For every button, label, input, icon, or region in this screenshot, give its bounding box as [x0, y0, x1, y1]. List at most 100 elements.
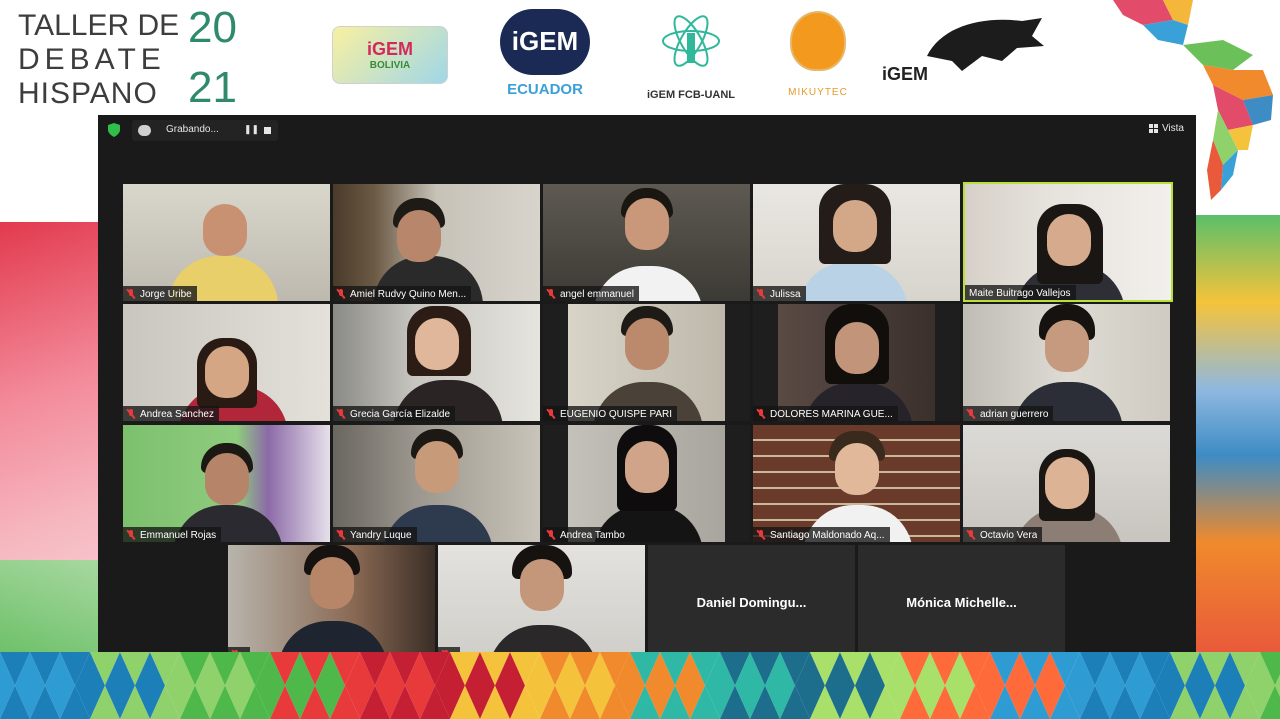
participant-face	[625, 318, 669, 370]
participant-face	[835, 443, 879, 495]
meeting-top-bar: Grabando... ❚❚ Vista	[98, 115, 1196, 145]
decorative-triangle-banner	[0, 652, 1280, 719]
participant-name-bar: EUGENIO QUISPE PARI	[543, 406, 678, 421]
participant-name: Amiel Rudvy Quino Men...	[350, 288, 467, 300]
title-line-3: HISPANO	[18, 77, 158, 110]
participant-name-bar: Jorge Uribe	[123, 286, 197, 301]
mic-muted-icon	[127, 289, 135, 299]
participant-tile-active-speaker[interactable]: Maite Buitrago Vallejos	[963, 182, 1173, 302]
participant-face	[205, 453, 249, 505]
pause-icon[interactable]: ❚❚	[244, 124, 259, 136]
participant-tile[interactable]: Julissa	[753, 184, 960, 301]
participant-face	[833, 200, 877, 252]
participant-face	[397, 210, 441, 262]
participant-face	[415, 318, 459, 370]
participant-tile[interactable]: Yandry Luque	[333, 425, 540, 542]
mic-muted-icon	[127, 409, 135, 419]
participant-name-bar: Octavio Vera	[963, 527, 1043, 542]
participant-name: Yandry Luque	[350, 529, 412, 541]
participant-name: angel emmanuel	[560, 288, 634, 300]
mic-muted-icon	[967, 530, 975, 540]
shield-icon[interactable]	[108, 123, 120, 137]
participant-tile[interactable]: DOLORES MARINA GUE...	[753, 304, 960, 421]
participant-face	[1045, 320, 1089, 372]
participant-name-bar: DOLORES MARINA GUE...	[753, 406, 898, 421]
participant-tile[interactable]: Santiago Maldonado Aq...	[753, 425, 960, 542]
itm-igem-logo-text: iGEM	[882, 64, 929, 84]
mikuytec-logo: MIKUYTEC	[778, 4, 858, 104]
mic-muted-icon	[337, 289, 345, 299]
mic-muted-icon	[757, 530, 765, 540]
itm-igem-logo: iGEM	[882, 16, 1047, 100]
grid-view-icon	[1148, 124, 1158, 133]
participant-tile[interactable]: angel emmanuel	[543, 184, 750, 301]
title-line-2: DEBATE	[18, 43, 166, 76]
participant-tile[interactable]	[438, 545, 645, 652]
participant-name: Andrea Sanchez	[140, 408, 214, 420]
decorative-right-panel	[1194, 215, 1280, 652]
participant-face	[205, 346, 249, 398]
participant-face	[625, 441, 669, 493]
mic-muted-icon	[757, 409, 765, 419]
participant-tile[interactable]: Grecia García Elizalde	[333, 304, 540, 421]
participant-name-bar: Grecia García Elizalde	[333, 406, 456, 421]
participant-name-bar: Julissa	[753, 286, 806, 301]
participant-tile[interactable]: Jorge Uribe	[123, 184, 330, 301]
participant-tile[interactable]: adrian guerrero	[963, 304, 1170, 421]
mic-muted-icon	[547, 289, 555, 299]
atom-icon	[662, 15, 720, 67]
mikuytec-logo-text: MIKUYTEC	[788, 86, 848, 98]
video-call-window: Grabando... ❚❚ Vista Jorge Uribe Amiel R…	[98, 115, 1196, 652]
participant-tile-camera-off[interactable]: Mónica Michelle...	[858, 545, 1065, 652]
igem-ecuador-logo: iGEM ECUADOR	[483, 4, 607, 102]
participant-face	[1047, 214, 1091, 266]
participant-name: Emmanuel Rojas	[140, 529, 217, 541]
year-bottom: 21	[188, 63, 237, 112]
view-button[interactable]: Vista	[1148, 123, 1184, 134]
participant-tile[interactable]: Andrea Sanchez	[123, 304, 330, 421]
title-line-1: TALLER DE	[18, 9, 180, 42]
recording-label: Grabando...	[166, 124, 219, 135]
year-top: 20	[188, 3, 237, 52]
participant-name: Octavio Vera	[980, 529, 1038, 541]
igem-ecuador-logo-text: iGEM	[500, 8, 590, 75]
mic-muted-icon	[337, 409, 345, 419]
participant-name: Jorge Uribe	[140, 288, 192, 300]
decorative-left-green-panel	[0, 560, 100, 652]
participant-name-bar: Maite Buitrago Vallejos	[965, 285, 1076, 300]
participant-name: EUGENIO QUISPE PARI	[560, 408, 673, 420]
participant-tile[interactable]: Emmanuel Rojas	[123, 425, 330, 542]
participant-name-bar: angel emmanuel	[543, 286, 639, 301]
participant-tile[interactable]: Andrea Tambo	[543, 425, 750, 542]
participant-name-bar: Andrea Sanchez	[123, 406, 219, 421]
participant-face	[1045, 457, 1089, 509]
igem-fcb-uanl-logo-text: iGEM FCB-UANL	[647, 89, 735, 101]
cloud-record-icon	[138, 125, 151, 136]
participant-face	[203, 204, 247, 256]
participant-name-bar: Andrea Tambo	[543, 527, 630, 542]
igem-fcb-uanl-logo: iGEM FCB-UANL	[636, 4, 746, 106]
participant-tile[interactable]: EUGENIO QUISPE PARI	[543, 304, 750, 421]
participant-tile-camera-off[interactable]: Daniel Domingu...	[648, 545, 855, 652]
mic-muted-icon	[337, 530, 345, 540]
participant-tile[interactable]: Amiel Rudvy Quino Men...	[333, 184, 540, 301]
fruit-icon	[790, 10, 846, 71]
view-label: Vista	[1161, 123, 1184, 134]
igem-ecuador-logo-sub: ECUADOR	[507, 80, 583, 98]
stop-icon[interactable]	[264, 127, 271, 134]
participant-name-bar: Amiel Rudvy Quino Men...	[333, 286, 472, 301]
participant-name: Grecia García Elizalde	[350, 408, 451, 420]
igem-bolivia-logo-text: iGEM	[366, 39, 413, 59]
participant-name: Andrea Tambo	[560, 529, 625, 541]
participant-tile[interactable]	[228, 545, 435, 652]
mic-muted-icon	[127, 530, 135, 540]
participant-tile[interactable]: Octavio Vera	[963, 425, 1170, 542]
participant-name: Julissa	[770, 288, 801, 300]
participant-name: DOLORES MARINA GUE...	[770, 408, 893, 420]
mic-muted-icon	[547, 409, 555, 419]
participant-name: Santiago Maldonado Aq...	[770, 529, 885, 541]
participant-name-bar: Santiago Maldonado Aq...	[753, 527, 890, 542]
panther-icon	[927, 18, 1044, 71]
participant-name: Maite Buitrago Vallejos	[969, 287, 1071, 299]
event-title: TALLER DE DEBATE HISPANO 20 21	[18, 6, 268, 110]
